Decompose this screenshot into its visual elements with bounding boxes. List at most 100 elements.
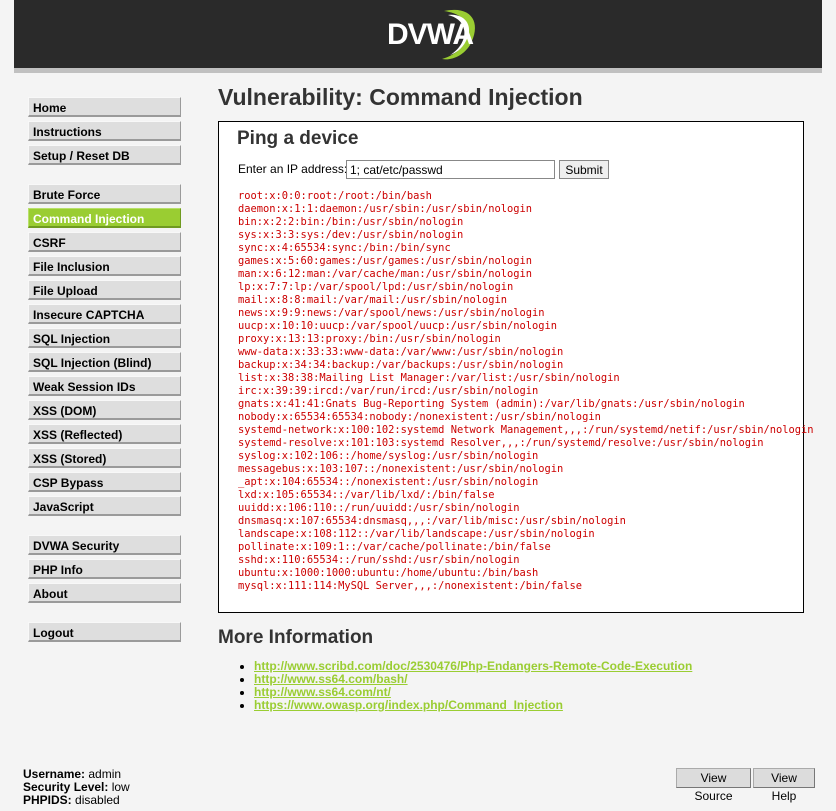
sidebar-item-csp-bypass[interactable]: CSP Bypass: [28, 472, 181, 492]
view-source-button[interactable]: View Source: [676, 768, 751, 803]
sidebar-item-label[interactable]: File Upload: [29, 281, 180, 299]
header-bar: DVWA: [14, 0, 822, 68]
ip-address-input[interactable]: [346, 160, 555, 179]
command-output: root:x:0:0:root:/root:/bin/bash daemon:x:…: [238, 190, 814, 593]
username-value: admin: [88, 767, 122, 781]
sidebar-item-label[interactable]: Insecure CAPTCHA: [29, 305, 180, 323]
sidebar-item-label[interactable]: XSS (Stored): [29, 449, 180, 467]
sidebar-item-dvwa-security[interactable]: DVWA Security: [28, 535, 181, 555]
sidebar-item-logout[interactable]: Logout: [28, 622, 181, 642]
reference-link[interactable]: http://www.scribd.com/doc/2530476/Php-En…: [254, 659, 692, 673]
output-line: messagebus:x:103:107::/nonexistent:/usr/…: [238, 463, 564, 475]
sidebar-item-label[interactable]: CSRF: [29, 233, 180, 251]
security-level-value: low: [111, 780, 130, 794]
output-line: lp:x:7:7:lp:/var/spool/lpd:/usr/sbin/nol…: [238, 281, 514, 293]
page-title: Vulnerability: Command Injection: [218, 84, 583, 110]
sidebar-item-label[interactable]: JavaScript: [29, 497, 180, 515]
output-line: uucp:x:10:10:uucp:/var/spool/uucp:/usr/s…: [238, 320, 558, 332]
submit-button[interactable]: Submit: [559, 160, 609, 179]
sidebar-item-xss-stored[interactable]: XSS (Stored): [28, 448, 181, 468]
phpids-value: disabled: [75, 793, 120, 807]
output-line: landscape:x:108:112::/var/lib/landscape:…: [238, 528, 595, 540]
output-line: list:x:38:38:Mailing List Manager:/var/l…: [238, 372, 620, 384]
output-line: daemon:x:1:1:daemon:/usr/sbin:/usr/sbin/…: [238, 203, 533, 215]
ip-address-label: Enter an IP address:: [238, 162, 348, 176]
sidebar-item-sql-injection[interactable]: SQL Injection: [28, 328, 181, 348]
output-line: backup:x:34:34:backup:/var/backups:/usr/…: [238, 359, 564, 371]
sidebar-item-file-inclusion[interactable]: File Inclusion: [28, 256, 181, 276]
output-line: bin:x:2:2:bin:/bin:/usr/sbin/nologin: [238, 216, 464, 228]
security-level-label: Security Level:: [23, 780, 109, 794]
sidebar-item-label[interactable]: About: [29, 584, 180, 602]
dvwa-logo[interactable]: DVWA: [382, 5, 482, 61]
sidebar-item-brute-force[interactable]: Brute Force: [28, 184, 181, 204]
sidebar-item-label[interactable]: Home: [29, 98, 180, 116]
menu-spacer: [28, 607, 181, 622]
output-line: dnsmasq:x:107:65534:dnsmasq,,,:/var/lib/…: [238, 515, 626, 527]
menu-spacer: [28, 169, 181, 184]
output-line: syslog:x:102:106::/home/syslog:/usr/sbin…: [238, 450, 539, 462]
sidebar-item-sql-injection-blind[interactable]: SQL Injection (Blind): [28, 352, 181, 372]
output-line: gnats:x:41:41:Gnats Bug-Reporting System…: [238, 398, 745, 410]
sidebar-item-label[interactable]: CSP Bypass: [29, 473, 180, 491]
output-line: ubuntu:x:1000:1000:ubuntu:/home/ubuntu:/…: [238, 567, 539, 579]
more-information-title: More Information: [218, 627, 374, 648]
sidebar-item-xss-dom[interactable]: XSS (DOM): [28, 400, 181, 420]
output-line: www-data:x:33:33:www-data:/var/www:/usr/…: [238, 346, 564, 358]
more-information-links: http://www.scribd.com/doc/2530476/Php-En…: [236, 660, 692, 712]
output-line: sshd:x:110:65534::/run/sshd:/usr/sbin/no…: [238, 554, 520, 566]
menu-group-1: Brute Force Command Injection CSRF File Inc…: [28, 184, 181, 516]
output-line: nobody:x:65534:65534:nobody:/nonexistent…: [238, 411, 601, 423]
sidebar-item-xss-reflected[interactable]: XSS (Reflected): [28, 424, 181, 444]
sidebar-item-command-injection[interactable]: Command Injection: [28, 208, 181, 228]
box-title: Ping a device: [237, 128, 359, 149]
sidebar-item-label[interactable]: Command Injection: [29, 209, 180, 227]
output-line: lxd:x:105:65534::/var/lib/lxd/:/bin/fals…: [238, 489, 495, 501]
sidebar-item-weak-session-ids[interactable]: Weak Session IDs: [28, 376, 181, 396]
sidebar-item-setup-reset-db[interactable]: Setup / Reset DB: [28, 145, 181, 165]
sidebar-item-label[interactable]: DVWA Security: [29, 536, 180, 554]
sidebar-item-javascript[interactable]: JavaScript: [28, 496, 181, 516]
footer-user-info: Username: admin Security Level: low PHPI…: [23, 768, 130, 807]
sidebar-item-label[interactable]: PHP Info: [29, 560, 180, 578]
sidebar-item-label[interactable]: Instructions: [29, 122, 180, 140]
link-item: https://www.owasp.org/index.php/Command_…: [254, 699, 692, 712]
sidebar-item-insecure-captcha[interactable]: Insecure CAPTCHA: [28, 304, 181, 324]
sidebar-item-label[interactable]: Brute Force: [29, 185, 180, 203]
phpids-line: PHPIDS: disabled: [23, 794, 130, 807]
sidebar-menu: Home Instructions Setup / Reset DB Brute Fo…: [28, 97, 181, 646]
output-line: irc:x:39:39:ircd:/var/run/ircd:/usr/sbin…: [238, 385, 539, 397]
menu-group-0: Home Instructions Setup / Reset DB: [28, 97, 181, 165]
view-help-button[interactable]: View Help: [753, 768, 815, 803]
output-line: systemd-network:x:100:102:systemd Networ…: [238, 424, 814, 436]
sidebar-item-instructions[interactable]: Instructions: [28, 121, 181, 141]
output-line: mail:x:8:8:mail:/var/mail:/usr/sbin/nolo…: [238, 294, 507, 306]
output-line: uuidd:x:106:110::/run/uuidd:/usr/sbin/no…: [238, 502, 520, 514]
sidebar-item-label[interactable]: XSS (Reflected): [29, 425, 180, 443]
output-line: systemd-resolve:x:101:103:systemd Resolv…: [238, 437, 764, 449]
sidebar-item-label[interactable]: File Inclusion: [29, 257, 180, 275]
output-line: mysql:x:111:114:MySQL Server,,,:/nonexis…: [238, 580, 583, 592]
logo-text: DVWA: [387, 18, 474, 51]
output-line: _apt:x:104:65534::/nonexistent:/usr/sbin…: [238, 476, 539, 488]
phpids-label: PHPIDS:: [23, 793, 72, 807]
sidebar-item-label[interactable]: SQL Injection: [29, 329, 180, 347]
vulnerability-box: Ping a device Enter an IP address: Submi…: [218, 121, 814, 613]
sidebar-item-label[interactable]: SQL Injection (Blind): [29, 353, 180, 371]
sidebar-item-file-upload[interactable]: File Upload: [28, 280, 181, 300]
sidebar-item-label[interactable]: Logout: [29, 623, 180, 641]
sidebar-item-php-info[interactable]: PHP Info: [28, 559, 181, 579]
output-line: pollinate:x:109:1::/var/cache/pollinate:…: [238, 541, 551, 553]
menu-spacer: [28, 520, 181, 535]
output-line: root:x:0:0:root:/root:/bin/bash: [238, 190, 432, 202]
sidebar-item-label[interactable]: XSS (DOM): [29, 401, 180, 419]
reference-link[interactable]: http://www.ss64.com/nt/: [254, 685, 391, 699]
sidebar-item-home[interactable]: Home: [28, 97, 181, 117]
sidebar-item-about[interactable]: About: [28, 583, 181, 603]
reference-link[interactable]: https://www.owasp.org/index.php/Command_…: [254, 698, 563, 712]
reference-link[interactable]: http://www.ss64.com/bash/: [254, 672, 408, 686]
sidebar-item-label[interactable]: Setup / Reset DB: [29, 146, 180, 164]
output-line: man:x:6:12:man:/var/cache/man:/usr/sbin/…: [238, 268, 533, 280]
sidebar-item-csrf[interactable]: CSRF: [28, 232, 181, 252]
sidebar-item-label[interactable]: Weak Session IDs: [29, 377, 180, 395]
